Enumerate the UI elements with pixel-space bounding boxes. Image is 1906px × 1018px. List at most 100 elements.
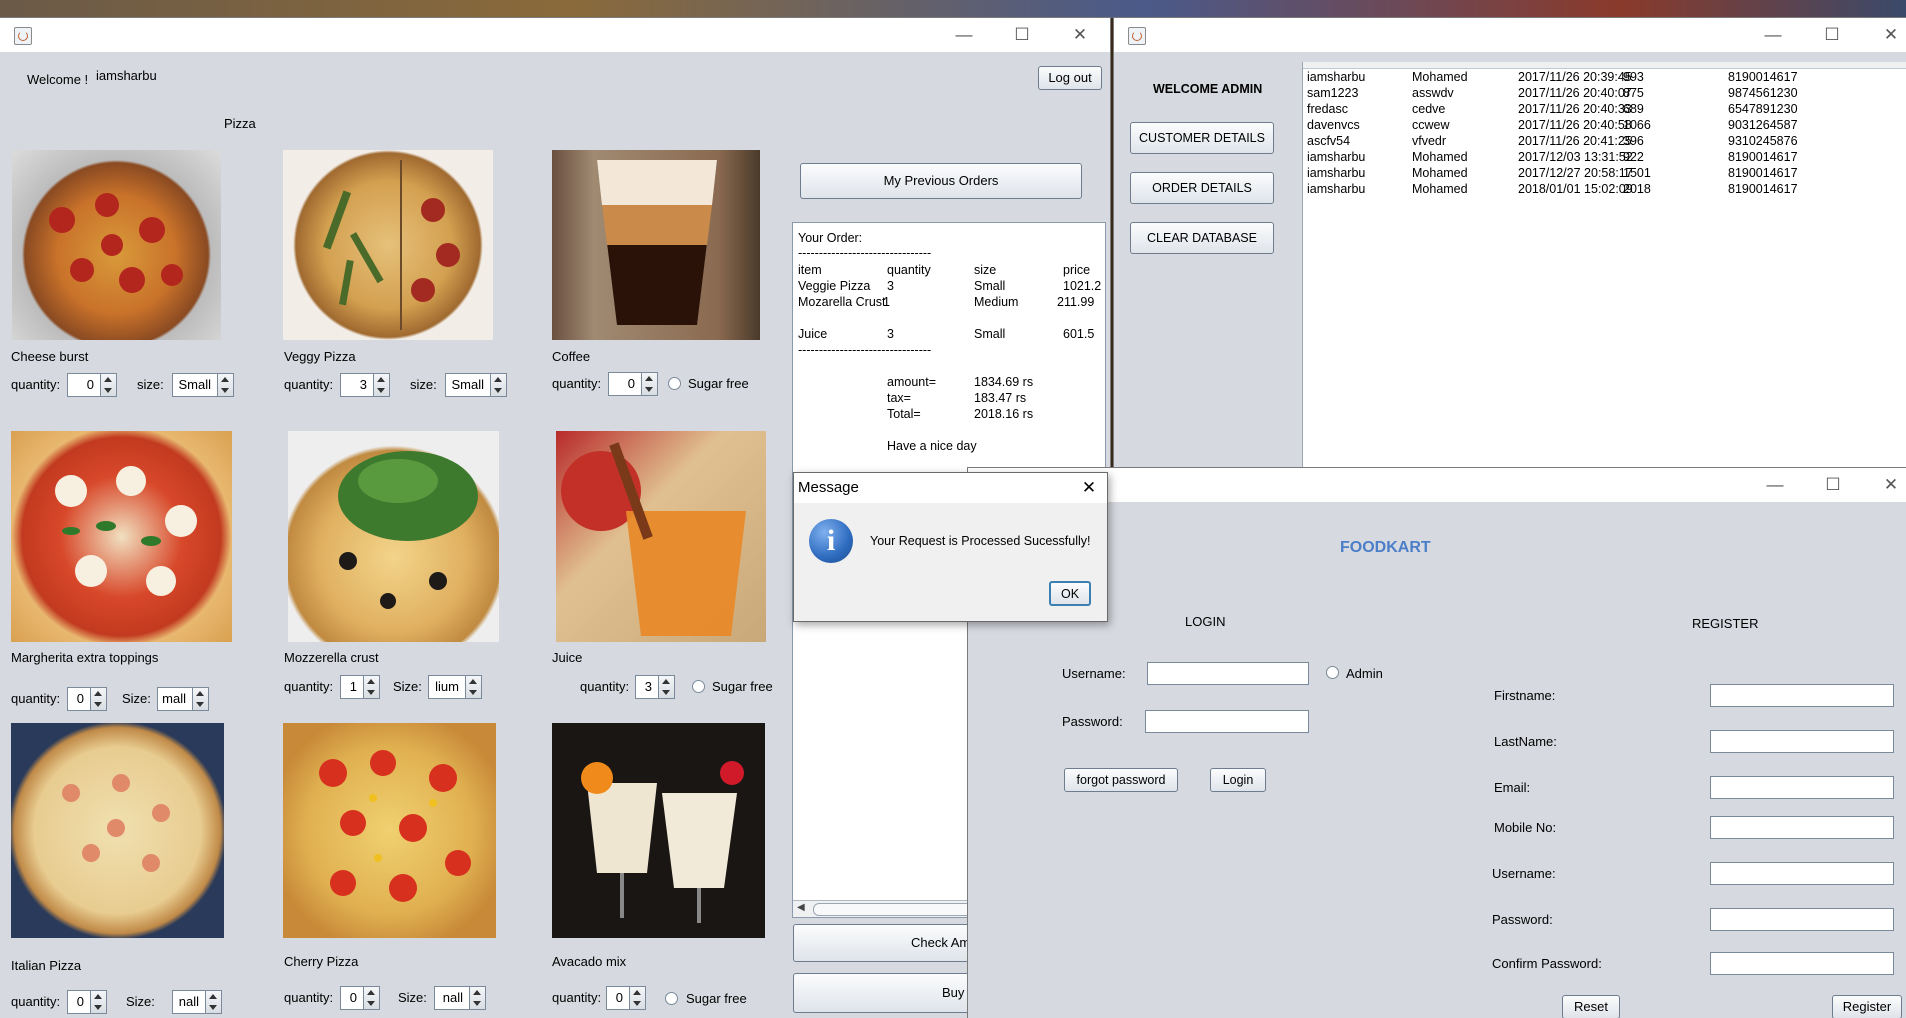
item-name: Mozzerella crust [284, 650, 379, 665]
maximize-icon[interactable]: ☐ [1803, 18, 1861, 52]
admin-radio[interactable] [1326, 666, 1339, 679]
reg-username-field[interactable] [1710, 862, 1894, 885]
table-row[interactable]: iamsharbu Mohamed 2017/11/26 20:39:45 993 81… [1303, 70, 1801, 86]
minimize-icon[interactable]: — [935, 18, 993, 52]
size-label: Size: [398, 990, 427, 1005]
quantity-spinner[interactable]: 0 [67, 373, 117, 397]
minimize-icon[interactable]: — [1744, 18, 1802, 52]
lastname-field[interactable] [1710, 730, 1894, 753]
sugar-free-radio[interactable] [668, 377, 681, 390]
login-button[interactable]: Login [1210, 768, 1266, 792]
table-row[interactable]: iamsharbu Mohamed 2018/01/01 15:02:09 2018 8… [1303, 182, 1801, 198]
close-icon[interactable]: ✕ [1862, 468, 1906, 502]
order-line-qty: 1 [883, 295, 890, 309]
size-label: size: [410, 377, 437, 392]
cherry-pizza-image[interactable] [283, 723, 496, 938]
order-line-price: 601.5 [1063, 327, 1095, 341]
admin-label: Admin [1346, 666, 1383, 681]
quantity-spinner[interactable]: 3 [340, 373, 390, 397]
table-cell: vfvedr [1412, 134, 1447, 148]
size-spinner[interactable]: Small [172, 373, 234, 397]
quantity-spinner[interactable]: 0 [340, 986, 380, 1010]
order-heading: Your Order: [798, 231, 863, 245]
italian-pizza-image[interactable] [11, 723, 224, 938]
table-row[interactable]: davenvcs ccwew 2017/11/26 20:40:58 1066 9031… [1303, 118, 1801, 134]
logout-button[interactable]: Log out [1038, 66, 1102, 90]
dialog-title: Message [798, 479, 859, 496]
reg-password-label: Password: [1492, 912, 1553, 927]
ok-button[interactable]: OK [1049, 581, 1091, 606]
size-spinner[interactable]: lium [428, 675, 482, 699]
table-cell: 1066 [1623, 118, 1651, 132]
username-field[interactable] [1147, 662, 1309, 685]
quantity-spinner[interactable]: 0 [67, 990, 107, 1014]
table-header [1303, 62, 1906, 69]
titlebar: — ☐ ✕ [0, 18, 1110, 52]
table-cell: davenvcs [1307, 118, 1360, 132]
table-row[interactable]: fredasc cedve 2017/11/26 20:40:33 689 654789… [1303, 102, 1801, 118]
table-cell: 2017/11/26 20:40:33 [1518, 102, 1632, 116]
firstname-field[interactable] [1710, 684, 1894, 707]
juice-image[interactable] [556, 431, 766, 642]
quantity-spinner[interactable]: 0 [67, 687, 107, 711]
size-spinner[interactable]: mall [157, 687, 209, 711]
close-icon[interactable]: ✕ [1051, 18, 1109, 52]
register-heading: REGISTER [1692, 616, 1759, 631]
close-icon[interactable]: ✕ [1074, 475, 1104, 501]
table-row[interactable]: ascfv54 vfvedr 2017/11/26 20:41:25 396 93102… [1303, 134, 1801, 150]
password-field[interactable] [1145, 710, 1309, 733]
margherita-image[interactable] [11, 431, 232, 642]
veggy-pizza-image[interactable] [283, 150, 493, 340]
size-spinner[interactable]: Small [445, 373, 507, 397]
order-line-qty: 3 [887, 279, 894, 293]
order-col-size: size [974, 263, 997, 277]
reg-password-field[interactable] [1710, 908, 1894, 931]
order-line-price: 211.99 [1057, 295, 1095, 309]
forgot-password-button[interactable]: forgot password [1064, 768, 1178, 792]
reset-button[interactable]: Reset [1562, 995, 1620, 1018]
size-spinner[interactable]: nall [434, 986, 486, 1010]
quantity-spinner[interactable]: 0 [608, 372, 658, 396]
maximize-icon[interactable]: ☐ [993, 18, 1051, 52]
table-row[interactable]: sam1223 asswdv 2017/11/26 20:40:07 875 98745… [1303, 86, 1801, 102]
order-divider: -------------------------------- [798, 246, 932, 260]
username-label: iamsharbu [96, 68, 157, 83]
table-cell: 8190014617 [1728, 150, 1798, 164]
maximize-icon[interactable]: ☐ [1804, 468, 1862, 502]
previous-orders-button[interactable]: My Previous Orders [800, 163, 1082, 199]
info-icon: i [809, 519, 853, 563]
mozzerella-crust-image[interactable] [288, 431, 499, 642]
customer-details-button[interactable]: CUSTOMER DETAILS [1130, 122, 1274, 154]
coffee-image[interactable] [552, 150, 760, 340]
quantity-spinner[interactable]: 0 [606, 986, 646, 1010]
password-label: Password: [1062, 714, 1123, 729]
lastname-label: LastName: [1494, 734, 1557, 749]
order-details-button[interactable]: ORDER DETAILS [1130, 172, 1274, 204]
table-cell: 8190014617 [1728, 166, 1798, 180]
admin-welcome: WELCOME ADMIN [1153, 82, 1263, 96]
quantity-spinner[interactable]: 1 [340, 675, 380, 699]
size-spinner[interactable]: nall [172, 990, 222, 1014]
info-glyph: i [826, 524, 836, 557]
table-row[interactable]: iamsharbu Mohamed 2017/12/03 13:31:52 922 81… [1303, 150, 1801, 166]
minimize-icon[interactable]: — [1746, 468, 1804, 502]
scroll-left-icon[interactable]: ◀ [797, 902, 805, 913]
sugar-free-radio[interactable] [692, 680, 705, 693]
confirm-password-field[interactable] [1710, 952, 1894, 975]
quantity-spinner[interactable]: 3 [635, 675, 675, 699]
email-field[interactable] [1710, 776, 1894, 799]
quantity-label: quantity: [580, 679, 630, 694]
avacado-mix-image[interactable] [552, 723, 765, 938]
table-row[interactable]: iamsharbu Mohamed 2017/12/27 20:58:17 1501 8… [1303, 166, 1801, 182]
register-button[interactable]: Register [1832, 995, 1902, 1018]
confirm-password-label: Confirm Password: [1492, 956, 1602, 971]
admin-window: — ☐ ✕ WELCOME ADMIN CUSTOMER DETAILS ORD… [1114, 18, 1906, 478]
close-icon[interactable]: ✕ [1862, 18, 1906, 52]
table-cell: iamsharbu [1307, 182, 1366, 196]
clear-database-button[interactable]: CLEAR DATABASE [1130, 222, 1274, 254]
sugar-free-radio[interactable] [665, 992, 678, 1005]
mobile-field[interactable] [1710, 816, 1894, 839]
orders-table[interactable]: iamsharbu Mohamed 2017/11/26 20:39:45 993 81… [1302, 62, 1906, 478]
cheese-burst-image[interactable] [12, 150, 221, 340]
table-cell: 2017/11/26 20:40:58 [1518, 118, 1632, 132]
